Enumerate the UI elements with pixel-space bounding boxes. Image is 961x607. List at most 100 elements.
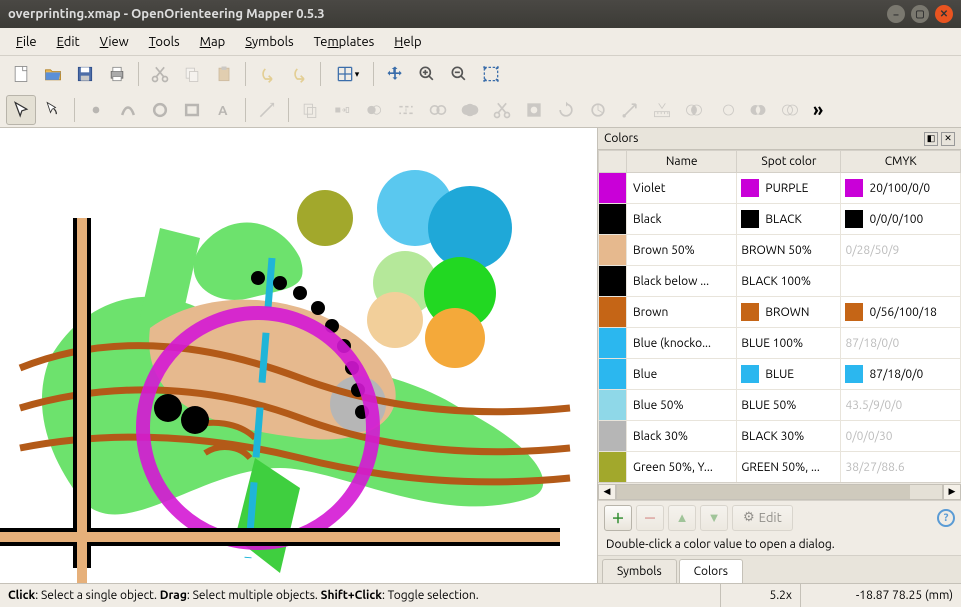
color-row[interactable]: Blue 50%BLUE 50%43.5/9/0/0 bbox=[599, 390, 961, 421]
map-canvas[interactable] bbox=[0, 128, 597, 583]
bool-diff-tool[interactable] bbox=[711, 95, 741, 125]
color-row[interactable]: BlueBLUE87/18/0/0 bbox=[599, 359, 961, 390]
minimize-button[interactable]: – bbox=[887, 5, 905, 23]
close-button[interactable]: ✕ bbox=[935, 5, 953, 23]
measure-tool[interactable] bbox=[647, 95, 677, 125]
color-spot[interactable]: BLACK 30% bbox=[737, 421, 841, 452]
paste-button[interactable] bbox=[209, 59, 239, 89]
color-row[interactable]: Brown 50%BROWN 50%0/28/50/9 bbox=[599, 235, 961, 266]
menu-edit[interactable]: Edit bbox=[47, 31, 90, 53]
menu-help[interactable]: Help bbox=[384, 31, 431, 53]
color-swatch[interactable] bbox=[599, 235, 627, 266]
color-cmyk[interactable]: 0/0/0/100 bbox=[841, 204, 961, 235]
bool-merge-tool[interactable] bbox=[775, 95, 805, 125]
zoom-out-button[interactable] bbox=[444, 59, 474, 89]
new-button[interactable] bbox=[6, 59, 36, 89]
color-name[interactable]: Brown bbox=[627, 297, 737, 328]
menu-map[interactable]: Map bbox=[190, 31, 236, 53]
duplicate-tool[interactable] bbox=[295, 95, 325, 125]
color-spot[interactable]: PURPLE bbox=[737, 173, 841, 204]
color-spot[interactable]: BLUE 100% bbox=[737, 328, 841, 359]
color-row[interactable]: Blue (knocko...BLUE 100%87/18/0/0 bbox=[599, 328, 961, 359]
menu-symbols[interactable]: Symbols bbox=[235, 31, 303, 53]
pan-button[interactable] bbox=[380, 59, 410, 89]
color-swatch[interactable] bbox=[599, 421, 627, 452]
undo-button[interactable] bbox=[252, 59, 282, 89]
color-swatch[interactable] bbox=[599, 328, 627, 359]
color-cmyk[interactable] bbox=[841, 266, 961, 297]
panel-undock-button[interactable]: ◧ bbox=[924, 132, 938, 146]
bool-xor-tool[interactable] bbox=[743, 95, 773, 125]
color-swatch[interactable] bbox=[599, 173, 627, 204]
switch-symbol-tool[interactable] bbox=[327, 95, 357, 125]
connect-tool[interactable] bbox=[423, 95, 453, 125]
edit-color-button[interactable]: ⚙Edit bbox=[732, 505, 793, 531]
color-row[interactable]: BrownBROWN0/56/100/18 bbox=[599, 297, 961, 328]
color-name[interactable]: Blue (knocko... bbox=[627, 328, 737, 359]
color-name[interactable]: Black 30% bbox=[627, 421, 737, 452]
move-up-button[interactable]: ▲ bbox=[668, 505, 696, 531]
color-name[interactable]: Blue 50% bbox=[627, 390, 737, 421]
select-tool[interactable] bbox=[6, 95, 36, 125]
menu-view[interactable]: View bbox=[90, 31, 139, 53]
remove-color-button[interactable]: － bbox=[636, 505, 664, 531]
color-name[interactable]: Brown 50% bbox=[627, 235, 737, 266]
help-icon[interactable]: ? bbox=[937, 509, 955, 527]
save-button[interactable] bbox=[70, 59, 100, 89]
print-button[interactable] bbox=[102, 59, 132, 89]
color-name[interactable]: Blue bbox=[627, 359, 737, 390]
cut2-tool[interactable] bbox=[487, 95, 517, 125]
copy-button[interactable] bbox=[177, 59, 207, 89]
color-spot[interactable]: BLUE 50% bbox=[737, 390, 841, 421]
color-swatch[interactable] bbox=[599, 297, 627, 328]
col-spot[interactable]: Spot color bbox=[737, 151, 841, 173]
col-name[interactable]: Name bbox=[627, 151, 737, 173]
cut-hole-tool[interactable] bbox=[519, 95, 549, 125]
menu-templates[interactable]: Templates bbox=[304, 31, 385, 53]
color-row[interactable]: Black below ...BLACK 100% bbox=[599, 266, 961, 297]
color-spot[interactable]: BLACK 100% bbox=[737, 266, 841, 297]
open-button[interactable] bbox=[38, 59, 68, 89]
color-name[interactable]: Violet bbox=[627, 173, 737, 204]
color-row[interactable]: BlackBLACK0/0/0/100 bbox=[599, 204, 961, 235]
text-tool[interactable]: A bbox=[209, 95, 239, 125]
menu-tools[interactable]: Tools bbox=[139, 31, 190, 53]
color-row[interactable]: Black 30%BLACK 30%0/0/0/30 bbox=[599, 421, 961, 452]
zoom-in-button[interactable] bbox=[412, 59, 442, 89]
color-name[interactable]: Black bbox=[627, 204, 737, 235]
color-swatch[interactable] bbox=[599, 204, 627, 235]
color-cmyk[interactable]: 0/56/100/18 bbox=[841, 297, 961, 328]
color-cmyk[interactable]: 43.5/9/0/0 bbox=[841, 390, 961, 421]
draw-line-tool[interactable] bbox=[252, 95, 282, 125]
switch-dashes-tool[interactable] bbox=[391, 95, 421, 125]
toolbar-overflow[interactable]: » bbox=[807, 100, 829, 120]
grid-button[interactable]: ▾ bbox=[327, 59, 367, 89]
color-swatch[interactable] bbox=[599, 266, 627, 297]
color-cmyk[interactable]: 38/27/88.6 bbox=[841, 452, 961, 483]
color-name[interactable]: Green 50%, Y... bbox=[627, 452, 737, 483]
panel-hscroll[interactable]: ◀▶ bbox=[598, 482, 961, 500]
color-spot[interactable]: BLACK bbox=[737, 204, 841, 235]
color-swatch[interactable] bbox=[599, 452, 627, 483]
color-swatch[interactable] bbox=[599, 390, 627, 421]
color-row[interactable]: VioletPURPLE20/100/0/0 bbox=[599, 173, 961, 204]
add-color-button[interactable]: ＋ bbox=[604, 505, 632, 531]
color-spot[interactable]: BROWN 50% bbox=[737, 235, 841, 266]
maximize-button[interactable]: ▢ bbox=[911, 5, 929, 23]
tab-colors[interactable]: Colors bbox=[679, 559, 743, 583]
edit-tool[interactable] bbox=[38, 95, 68, 125]
color-cmyk[interactable]: 20/100/0/0 bbox=[841, 173, 961, 204]
col-cmyk[interactable]: CMYK bbox=[841, 151, 961, 173]
bool-intersect-tool[interactable] bbox=[679, 95, 709, 125]
color-name[interactable]: Black below ... bbox=[627, 266, 737, 297]
point-tool[interactable] bbox=[81, 95, 111, 125]
panel-close-button[interactable]: ✕ bbox=[941, 132, 955, 146]
color-cmyk[interactable]: 0/28/50/9 bbox=[841, 235, 961, 266]
menu-file[interactable]: File bbox=[6, 31, 47, 53]
color-cmyk[interactable]: 87/18/0/0 bbox=[841, 328, 961, 359]
scale-tool[interactable] bbox=[615, 95, 645, 125]
color-cmyk[interactable]: 87/18/0/0 bbox=[841, 359, 961, 390]
rotate-pattern-tool[interactable] bbox=[583, 95, 613, 125]
status-zoom[interactable]: 5.2x bbox=[721, 584, 801, 607]
move-down-button[interactable]: ▼ bbox=[700, 505, 728, 531]
